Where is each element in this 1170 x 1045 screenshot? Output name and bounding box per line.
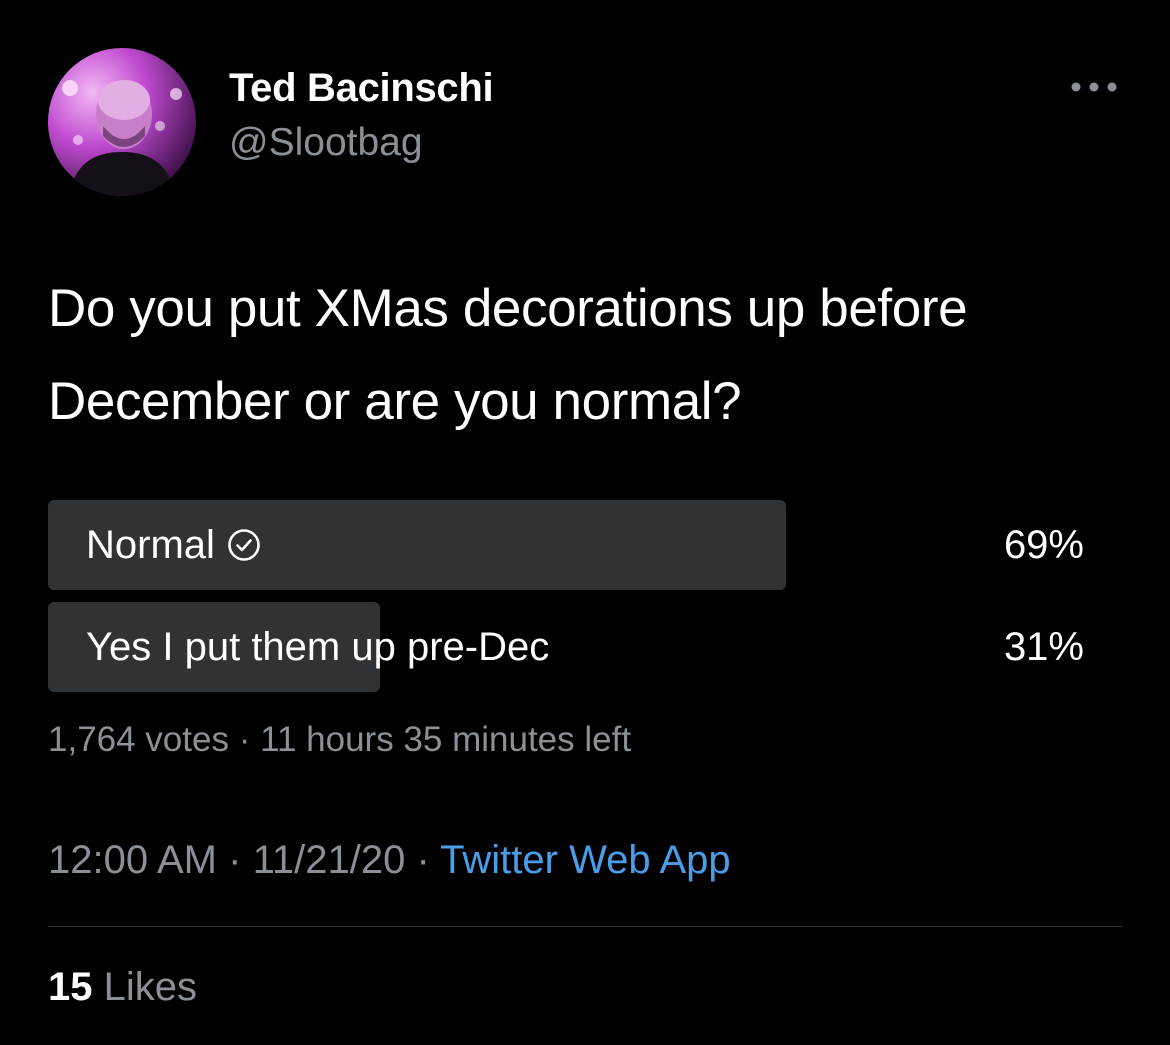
tweet-text: Do you put XMas decorations up before De… bbox=[48, 279, 968, 431]
poll-option-label: Normal bbox=[86, 500, 261, 590]
likes-link[interactable]: 15 Likes bbox=[48, 965, 197, 1010]
separator-dot: · bbox=[238, 720, 261, 759]
more-horizontal-icon bbox=[1071, 82, 1117, 92]
poll-meta: 1,764 votes · 11 hours 35 minutes left bbox=[48, 720, 631, 760]
tweet-meta: 12:00 AM · 11/21/20 · Twitter Web App bbox=[48, 838, 731, 883]
separator-dot: · bbox=[416, 838, 441, 882]
avatar[interactable] bbox=[48, 48, 196, 196]
poll-option-text: Yes I put them up pre-Dec bbox=[86, 625, 550, 669]
avatar-image bbox=[48, 48, 196, 196]
separator-dot: · bbox=[228, 838, 253, 882]
poll-option-pre-dec[interactable]: Yes I put them up pre-Dec 31% bbox=[48, 602, 1088, 692]
poll-option-label: Yes I put them up pre-Dec bbox=[86, 602, 549, 692]
poll-votes: 1,764 votes bbox=[48, 720, 229, 759]
tweet-time[interactable]: 12:00 AM bbox=[48, 838, 217, 882]
tweet-page: Ted Bacinschi @Slootbag Do you put XMas … bbox=[0, 0, 1170, 1045]
user-name[interactable]: Ted Bacinschi bbox=[229, 66, 494, 111]
likes-label: Likes bbox=[103, 965, 198, 1009]
poll-option-text: Normal bbox=[86, 523, 215, 567]
user-handle[interactable]: @Slootbag bbox=[229, 121, 423, 165]
tweet-date[interactable]: 11/21/20 bbox=[253, 838, 406, 882]
poll-percentage: 31% bbox=[1003, 625, 1084, 669]
more-button[interactable] bbox=[1064, 72, 1124, 102]
likes-count: 15 bbox=[48, 965, 93, 1009]
poll-percentage: 69% bbox=[1003, 523, 1084, 567]
tweet-source-link[interactable]: Twitter Web App bbox=[440, 838, 731, 882]
poll-option-normal[interactable]: Normal 69% bbox=[48, 500, 1088, 590]
check-circle-icon bbox=[228, 529, 260, 561]
divider bbox=[48, 926, 1122, 927]
poll-time-left: 11 hours 35 minutes left bbox=[260, 720, 632, 759]
